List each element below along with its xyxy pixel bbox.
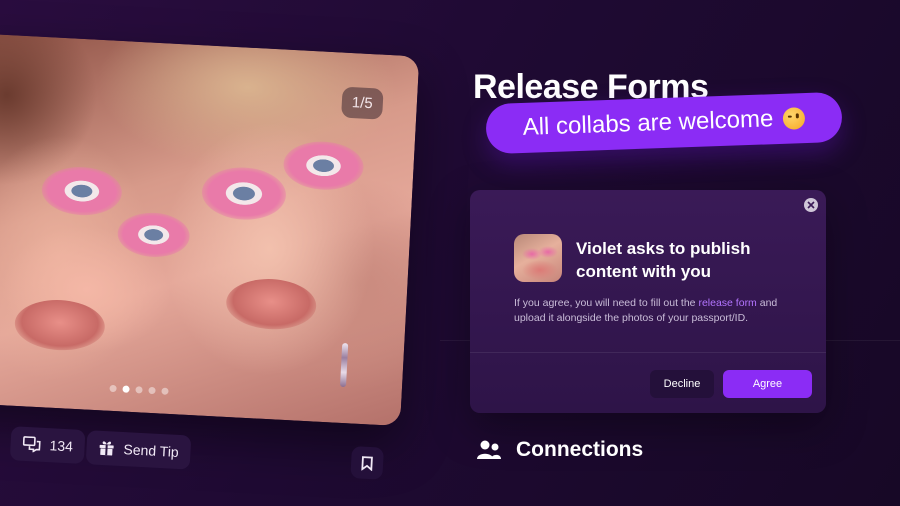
photo-eye-fourth [282,139,365,192]
bookmark-button[interactable] [350,446,384,480]
decline-button[interactable]: Decline [650,370,714,398]
photo-lips-right [224,276,318,332]
carousel-dot[interactable] [148,386,156,395]
carousel-dot[interactable] [109,384,117,393]
photo-earring [339,342,349,388]
post-action-bar: 134 Send Tip [5,418,398,498]
photo-eye-right [116,211,191,259]
comments-button[interactable]: 134 [9,426,86,465]
photo-eye-third [200,165,288,222]
comments-count: 134 [49,437,74,455]
collabs-banner-text: All collabs are welcome [522,105,774,141]
users-icon [477,440,501,459]
photo-lips-left [13,297,107,353]
bookmark-icon [361,455,373,471]
send-tip-button[interactable]: Send Tip [85,430,192,470]
close-button[interactable] [804,198,818,212]
avatar [514,234,562,282]
connections-label: Connections [516,438,644,461]
send-tip-label: Send Tip [123,441,180,460]
dialog-body: If you agree, you will need to fill out … [514,296,804,326]
wink-emoji-icon [782,107,806,130]
carousel-dot[interactable] [122,385,130,393]
close-icon [807,201,815,209]
gift-icon [99,441,114,456]
connections-heading: Connections [476,438,643,462]
carousel-dot[interactable] [161,387,169,395]
release-form-link[interactable]: release form [698,297,756,309]
dialog-title: Violet asks to publish content with you [576,239,751,281]
dialog-body-text: If you agree, you will need to fill out … [514,297,699,309]
carousel-dot[interactable] [135,386,143,394]
collab-request-dialog: Violet asks to publish content with you … [470,190,826,413]
agree-button[interactable]: Agree [723,370,812,398]
dialog-divider [470,352,826,353]
comments-icon [22,436,41,453]
photo-eye-left [40,165,124,218]
image-counter-badge: 1/5 [341,86,384,120]
post-card: 1/5 [0,31,420,427]
